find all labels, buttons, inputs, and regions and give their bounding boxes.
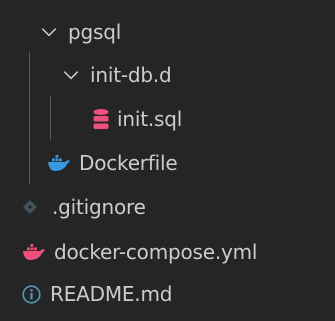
tree-item-label: init.sql <box>117 107 183 131</box>
git-diamond-icon <box>23 200 37 214</box>
chevron-down-icon <box>63 71 79 80</box>
tree-item-gitignore-file[interactable]: .gitignore <box>0 187 335 227</box>
docker-whale-icon <box>23 244 45 260</box>
tree-item-docker-compose-file[interactable]: docker-compose.yml <box>0 232 335 272</box>
tree-item-pgsql-folder[interactable]: pgsql <box>0 12 335 52</box>
tree-item-label: README.md <box>50 282 173 306</box>
docker-whale-icon <box>48 155 70 171</box>
tree-item-label: .gitignore <box>52 195 146 219</box>
database-icon <box>93 109 109 129</box>
tree-item-label: init-db.d <box>90 63 172 87</box>
chevron-down-icon <box>41 28 57 37</box>
tree-item-label: docker-compose.yml <box>54 240 258 264</box>
tree-item-readme-file[interactable]: README.md <box>0 274 335 314</box>
file-explorer: pgsql init-db.d init.sql Dockerfile .git… <box>0 0 335 321</box>
tree-item-init-db-folder[interactable]: init-db.d <box>0 55 335 95</box>
tree-item-init-sql-file[interactable]: init.sql <box>0 99 335 139</box>
tree-item-label: Dockerfile <box>79 151 178 175</box>
tree-item-label: pgsql <box>68 20 122 44</box>
tree-item-dockerfile[interactable]: Dockerfile <box>0 143 335 183</box>
info-icon <box>22 284 41 304</box>
